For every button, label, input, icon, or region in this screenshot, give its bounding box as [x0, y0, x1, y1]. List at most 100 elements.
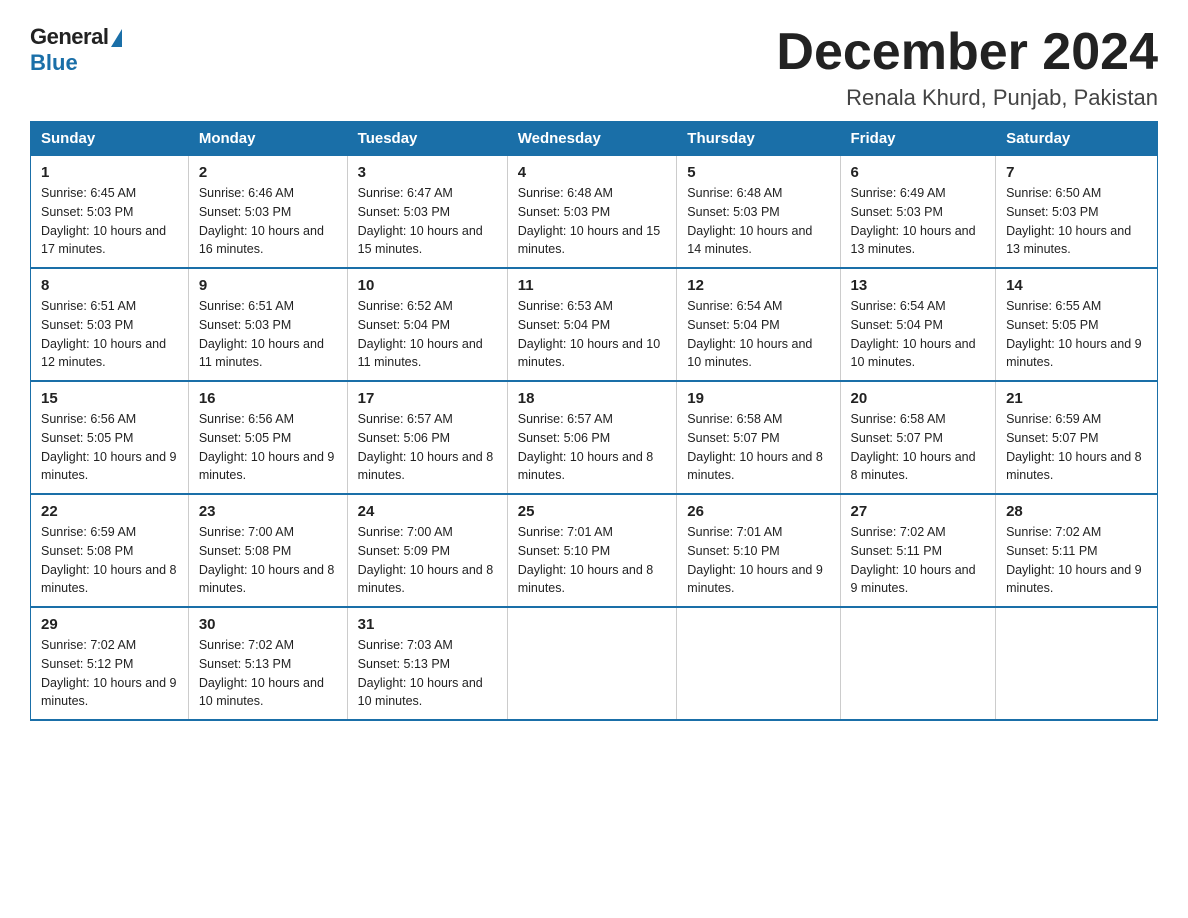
- calendar-cell: 1 Sunrise: 6:45 AMSunset: 5:03 PMDayligh…: [31, 156, 189, 269]
- calendar-cell: 24 Sunrise: 7:00 AMSunset: 5:09 PMDaylig…: [347, 494, 507, 607]
- day-number: 4: [518, 164, 667, 181]
- day-number: 16: [199, 390, 337, 407]
- calendar-cell: 21 Sunrise: 6:59 AMSunset: 5:07 PMDaylig…: [996, 381, 1158, 494]
- day-info: Sunrise: 6:50 AMSunset: 5:03 PMDaylight:…: [1006, 186, 1131, 256]
- day-number: 21: [1006, 390, 1147, 407]
- day-number: 29: [41, 616, 178, 633]
- calendar-cell: 31 Sunrise: 7:03 AMSunset: 5:13 PMDaylig…: [347, 607, 507, 720]
- day-number: 31: [358, 616, 497, 633]
- calendar-week-row: 1 Sunrise: 6:45 AMSunset: 5:03 PMDayligh…: [31, 156, 1158, 269]
- calendar-cell: 8 Sunrise: 6:51 AMSunset: 5:03 PMDayligh…: [31, 268, 189, 381]
- day-info: Sunrise: 6:51 AMSunset: 5:03 PMDaylight:…: [199, 299, 324, 369]
- day-number: 19: [687, 390, 829, 407]
- calendar-cell: 30 Sunrise: 7:02 AMSunset: 5:13 PMDaylig…: [188, 607, 347, 720]
- day-number: 24: [358, 503, 497, 520]
- calendar-cell: [840, 607, 996, 720]
- day-number: 11: [518, 277, 667, 294]
- calendar-week-row: 8 Sunrise: 6:51 AMSunset: 5:03 PMDayligh…: [31, 268, 1158, 381]
- calendar-cell: 29 Sunrise: 7:02 AMSunset: 5:12 PMDaylig…: [31, 607, 189, 720]
- day-number: 10: [358, 277, 497, 294]
- day-info: Sunrise: 7:02 AMSunset: 5:11 PMDaylight:…: [1006, 525, 1142, 595]
- calendar-week-row: 15 Sunrise: 6:56 AMSunset: 5:05 PMDaylig…: [31, 381, 1158, 494]
- day-info: Sunrise: 6:45 AMSunset: 5:03 PMDaylight:…: [41, 186, 166, 256]
- calendar-cell: 10 Sunrise: 6:52 AMSunset: 5:04 PMDaylig…: [347, 268, 507, 381]
- day-info: Sunrise: 6:51 AMSunset: 5:03 PMDaylight:…: [41, 299, 166, 369]
- calendar-cell: 6 Sunrise: 6:49 AMSunset: 5:03 PMDayligh…: [840, 156, 996, 269]
- calendar-cell: 19 Sunrise: 6:58 AMSunset: 5:07 PMDaylig…: [677, 381, 840, 494]
- logo-general-text: General: [30, 24, 108, 50]
- day-info: Sunrise: 6:48 AMSunset: 5:03 PMDaylight:…: [687, 186, 812, 256]
- calendar-cell: [507, 607, 677, 720]
- day-info: Sunrise: 6:47 AMSunset: 5:03 PMDaylight:…: [358, 186, 483, 256]
- calendar-cell: 26 Sunrise: 7:01 AMSunset: 5:10 PMDaylig…: [677, 494, 840, 607]
- day-number: 23: [199, 503, 337, 520]
- calendar-cell: [996, 607, 1158, 720]
- calendar-cell: 9 Sunrise: 6:51 AMSunset: 5:03 PMDayligh…: [188, 268, 347, 381]
- day-number: 12: [687, 277, 829, 294]
- day-info: Sunrise: 7:02 AMSunset: 5:13 PMDaylight:…: [199, 638, 324, 708]
- calendar-cell: 22 Sunrise: 6:59 AMSunset: 5:08 PMDaylig…: [31, 494, 189, 607]
- day-number: 28: [1006, 503, 1147, 520]
- day-info: Sunrise: 6:52 AMSunset: 5:04 PMDaylight:…: [358, 299, 483, 369]
- day-info: Sunrise: 7:02 AMSunset: 5:11 PMDaylight:…: [851, 525, 976, 595]
- weekday-header-sunday: Sunday: [31, 122, 189, 156]
- day-info: Sunrise: 7:03 AMSunset: 5:13 PMDaylight:…: [358, 638, 483, 708]
- weekday-header-wednesday: Wednesday: [507, 122, 677, 156]
- weekday-header-tuesday: Tuesday: [347, 122, 507, 156]
- calendar-week-row: 29 Sunrise: 7:02 AMSunset: 5:12 PMDaylig…: [31, 607, 1158, 720]
- calendar-cell: 7 Sunrise: 6:50 AMSunset: 5:03 PMDayligh…: [996, 156, 1158, 269]
- calendar-cell: [677, 607, 840, 720]
- day-info: Sunrise: 6:59 AMSunset: 5:07 PMDaylight:…: [1006, 412, 1142, 482]
- weekday-header-row: SundayMondayTuesdayWednesdayThursdayFrid…: [31, 122, 1158, 156]
- day-number: 3: [358, 164, 497, 181]
- calendar-cell: 11 Sunrise: 6:53 AMSunset: 5:04 PMDaylig…: [507, 268, 677, 381]
- day-number: 2: [199, 164, 337, 181]
- day-number: 17: [358, 390, 497, 407]
- day-number: 6: [851, 164, 986, 181]
- calendar-table: SundayMondayTuesdayWednesdayThursdayFrid…: [30, 121, 1158, 721]
- calendar-cell: 12 Sunrise: 6:54 AMSunset: 5:04 PMDaylig…: [677, 268, 840, 381]
- calendar-cell: 2 Sunrise: 6:46 AMSunset: 5:03 PMDayligh…: [188, 156, 347, 269]
- day-info: Sunrise: 7:01 AMSunset: 5:10 PMDaylight:…: [518, 525, 654, 595]
- calendar-cell: 27 Sunrise: 7:02 AMSunset: 5:11 PMDaylig…: [840, 494, 996, 607]
- day-info: Sunrise: 6:54 AMSunset: 5:04 PMDaylight:…: [851, 299, 976, 369]
- page-header: General Blue December 2024 Renala Khurd,…: [30, 24, 1158, 111]
- logo-blue-text: Blue: [30, 50, 78, 76]
- day-number: 8: [41, 277, 178, 294]
- day-info: Sunrise: 6:46 AMSunset: 5:03 PMDaylight:…: [199, 186, 324, 256]
- day-info: Sunrise: 6:53 AMSunset: 5:04 PMDaylight:…: [518, 299, 660, 369]
- day-number: 7: [1006, 164, 1147, 181]
- calendar-week-row: 22 Sunrise: 6:59 AMSunset: 5:08 PMDaylig…: [31, 494, 1158, 607]
- calendar-cell: 18 Sunrise: 6:57 AMSunset: 5:06 PMDaylig…: [507, 381, 677, 494]
- day-number: 20: [851, 390, 986, 407]
- day-number: 22: [41, 503, 178, 520]
- day-number: 18: [518, 390, 667, 407]
- logo-triangle-icon: [111, 29, 122, 47]
- calendar-cell: 25 Sunrise: 7:01 AMSunset: 5:10 PMDaylig…: [507, 494, 677, 607]
- title-block: December 2024 Renala Khurd, Punjab, Paki…: [776, 24, 1158, 111]
- location-title: Renala Khurd, Punjab, Pakistan: [776, 85, 1158, 111]
- day-number: 14: [1006, 277, 1147, 294]
- calendar-cell: 23 Sunrise: 7:00 AMSunset: 5:08 PMDaylig…: [188, 494, 347, 607]
- calendar-cell: 15 Sunrise: 6:56 AMSunset: 5:05 PMDaylig…: [31, 381, 189, 494]
- day-info: Sunrise: 6:55 AMSunset: 5:05 PMDaylight:…: [1006, 299, 1142, 369]
- day-info: Sunrise: 6:58 AMSunset: 5:07 PMDaylight:…: [851, 412, 976, 482]
- calendar-cell: 3 Sunrise: 6:47 AMSunset: 5:03 PMDayligh…: [347, 156, 507, 269]
- day-info: Sunrise: 6:48 AMSunset: 5:03 PMDaylight:…: [518, 186, 660, 256]
- calendar-cell: 17 Sunrise: 6:57 AMSunset: 5:06 PMDaylig…: [347, 381, 507, 494]
- logo: General Blue: [30, 24, 122, 76]
- day-info: Sunrise: 6:58 AMSunset: 5:07 PMDaylight:…: [687, 412, 823, 482]
- calendar-cell: 5 Sunrise: 6:48 AMSunset: 5:03 PMDayligh…: [677, 156, 840, 269]
- day-number: 25: [518, 503, 667, 520]
- weekday-header-saturday: Saturday: [996, 122, 1158, 156]
- day-info: Sunrise: 7:00 AMSunset: 5:08 PMDaylight:…: [199, 525, 335, 595]
- day-number: 1: [41, 164, 178, 181]
- day-number: 30: [199, 616, 337, 633]
- weekday-header-friday: Friday: [840, 122, 996, 156]
- day-number: 5: [687, 164, 829, 181]
- day-number: 27: [851, 503, 986, 520]
- day-info: Sunrise: 6:59 AMSunset: 5:08 PMDaylight:…: [41, 525, 177, 595]
- day-number: 13: [851, 277, 986, 294]
- day-number: 9: [199, 277, 337, 294]
- day-number: 15: [41, 390, 178, 407]
